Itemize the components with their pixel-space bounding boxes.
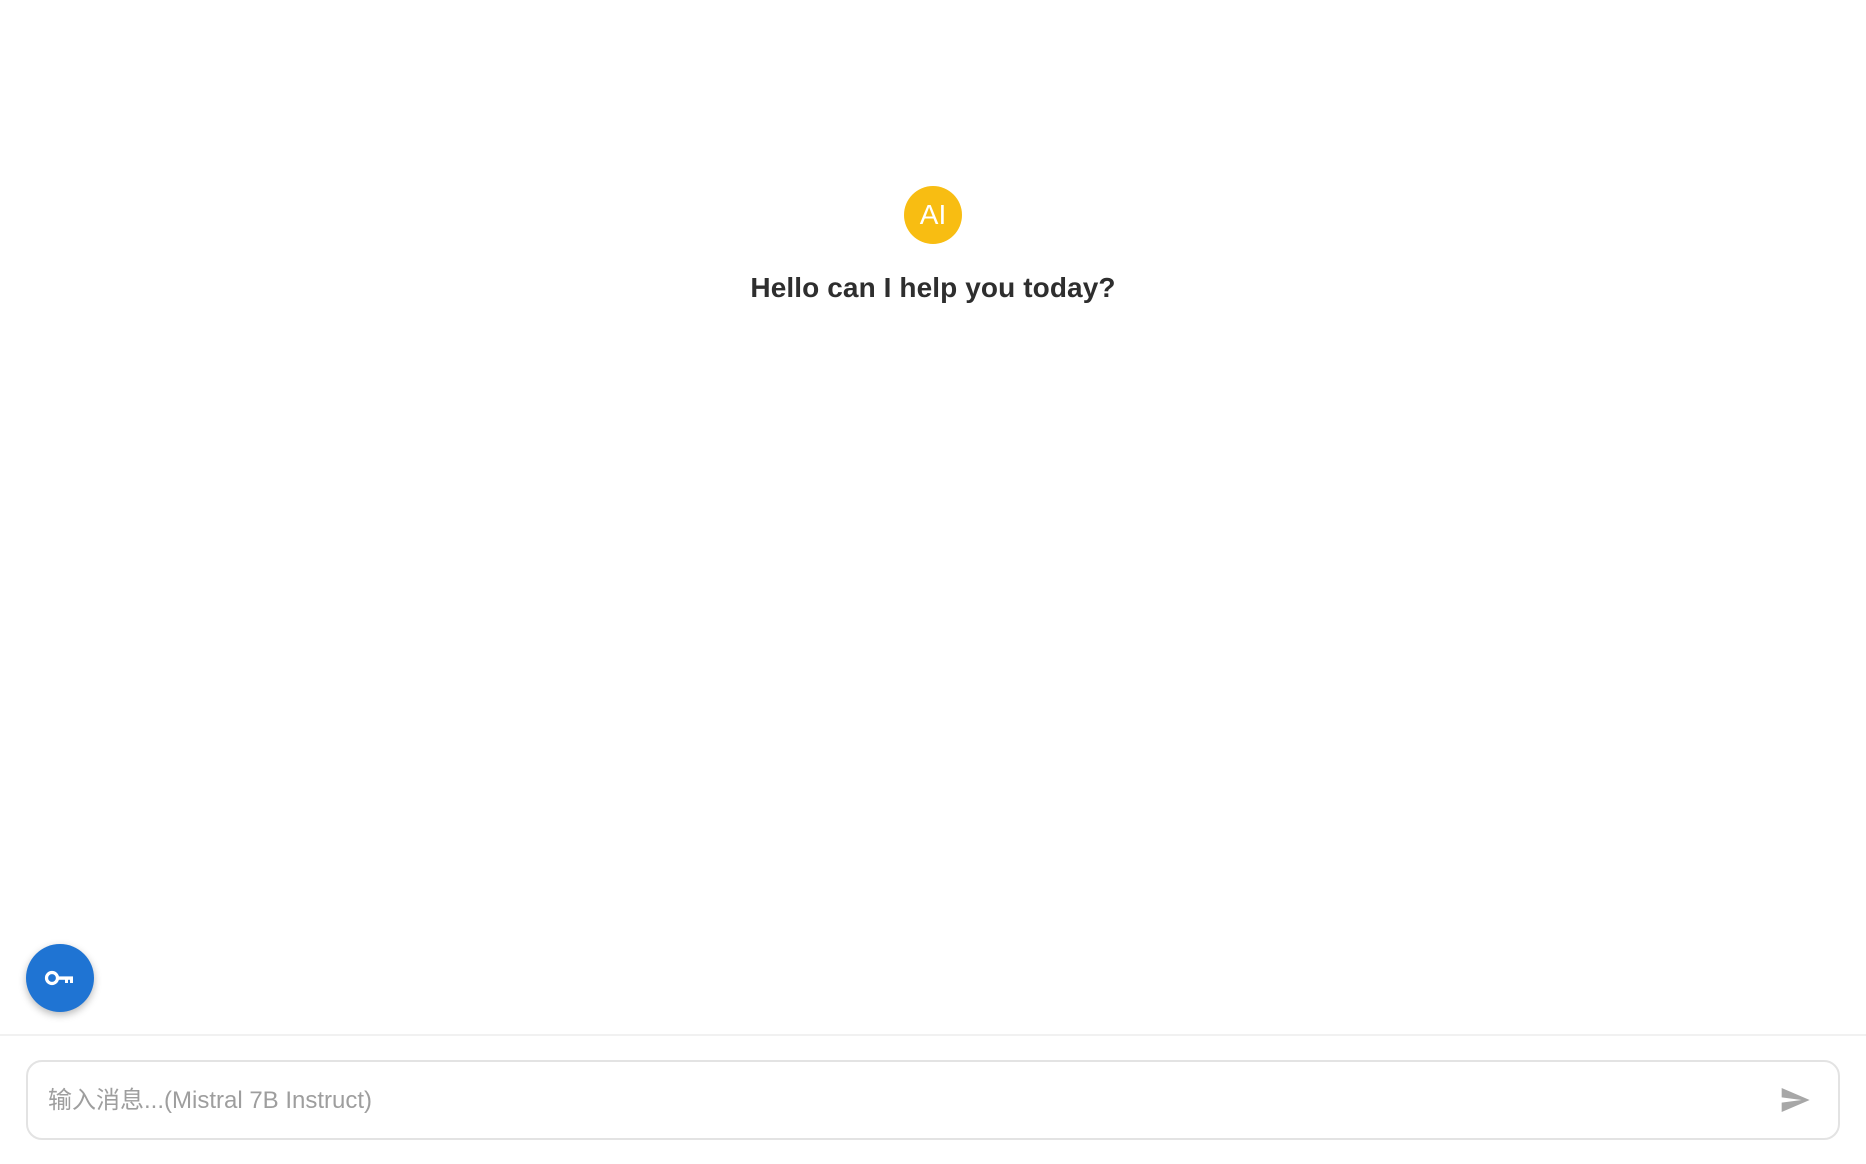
greeting-text: Hello can I help you today?: [750, 272, 1116, 303]
ai-avatar: AI: [904, 186, 962, 244]
send-icon[interactable]: [1778, 1084, 1812, 1116]
key-icon: [44, 970, 73, 986]
message-composer: [26, 1060, 1840, 1140]
message-input[interactable]: [46, 1062, 1750, 1140]
api-key-button[interactable]: [26, 944, 94, 1012]
chat-app: AI Hello can I help you today?: [0, 0, 1866, 1164]
welcome-section: AI Hello can I help you today?: [0, 186, 1866, 304]
composer-divider: [0, 1034, 1866, 1036]
